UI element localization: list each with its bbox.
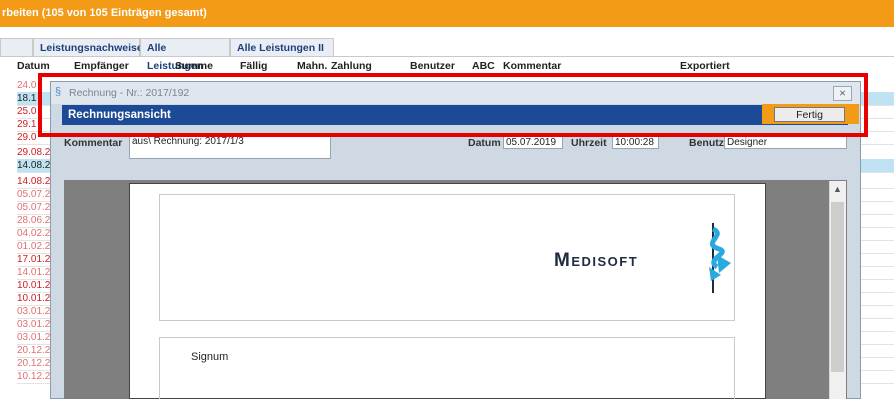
col-faellig[interactable]: Fällig: [240, 60, 267, 72]
row-date: 29.1: [17, 119, 37, 130]
scroll-up-arrow-icon[interactable]: ▲: [829, 184, 846, 198]
row-date: 03.01.2: [17, 332, 51, 343]
col-empfaenger[interactable]: Empfänger: [74, 60, 129, 72]
highlight-frame: [38, 73, 868, 137]
scrollbar-thumb[interactable]: [831, 202, 844, 372]
tab-leistungsnachweise[interactable]: Leistungsnachweise: [33, 38, 143, 56]
window-title: rbeiten (105 von 105 Einträgen gesamt): [2, 7, 207, 19]
kommentar-label: Kommentar: [64, 137, 123, 149]
row-date: 10.12.2: [17, 371, 51, 382]
row-date: 29.0: [17, 132, 37, 143]
col-mahn[interactable]: Mahn.: [297, 60, 327, 72]
row-date: 20.12.2: [17, 358, 51, 369]
row-date: 05.07.2: [17, 202, 51, 213]
kommentar-field[interactable]: aus\ Rechnung: 2017/1/3: [129, 135, 331, 159]
tab-bar: Leistungsnachweise Alle Leistungen Alle …: [0, 38, 894, 72]
row-date: 03.01.2: [17, 319, 51, 330]
window-title-bar: rbeiten (105 von 105 Einträgen gesamt): [0, 0, 894, 27]
col-datum[interactable]: Datum: [17, 60, 50, 72]
datum-field[interactable]: 05.07.2019: [503, 136, 563, 149]
row-date: 10.01.2: [17, 293, 51, 304]
row-date: 14.08.2: [17, 176, 51, 187]
col-benutzer[interactable]: Benutzer: [410, 60, 455, 72]
tab-alle-leistungen-ii[interactable]: Alle Leistungen II: [230, 38, 334, 56]
row-date: 03.01.2: [17, 306, 51, 317]
uhrzeit-label: Uhrzeit: [571, 137, 607, 149]
tab-alle-leistungen[interactable]: Alle Leistungen: [140, 38, 230, 72]
row-date: 29.08.2: [17, 147, 51, 158]
table-header: Datum Empfänger Summe Fällig Mahn. Zahlu…: [0, 59, 894, 73]
datum-label: Datum: [468, 137, 501, 149]
row-date: 20.12.2: [17, 345, 51, 356]
col-abc[interactable]: ABC: [472, 60, 495, 72]
row-date: 01.02.2: [17, 241, 51, 252]
signum-label: Signum: [191, 351, 229, 363]
row-date: 04.02.2: [17, 228, 51, 239]
signature-box: [159, 337, 735, 399]
benutzer-field[interactable]: Designer: [724, 136, 847, 149]
medisoft-logo: Medisoft: [554, 250, 639, 271]
row-date: 17.01.2: [17, 254, 51, 265]
row-date: 05.07.2: [17, 189, 51, 200]
col-kommentar[interactable]: Kommentar: [503, 60, 561, 72]
row-date: 28.06.2: [17, 215, 51, 226]
row-date: 25.0: [17, 106, 37, 117]
row-date: 14.01.2: [17, 267, 51, 278]
uhrzeit-field[interactable]: 10:00:28: [612, 136, 659, 149]
row-date: 24.0: [17, 80, 37, 91]
row-date: 10.01.2: [17, 280, 51, 291]
col-exportiert[interactable]: Exportiert: [680, 60, 730, 72]
col-summe[interactable]: Summe: [175, 60, 213, 72]
letterhead-box: [159, 194, 735, 321]
tab-divider: [0, 56, 894, 57]
row-date: 18.1: [17, 93, 37, 104]
col-zahlung[interactable]: Zahlung: [331, 60, 372, 72]
tab-first[interactable]: [0, 38, 33, 56]
caduceus-icon: [709, 223, 731, 293]
row-date: 14.08.2: [17, 160, 51, 171]
